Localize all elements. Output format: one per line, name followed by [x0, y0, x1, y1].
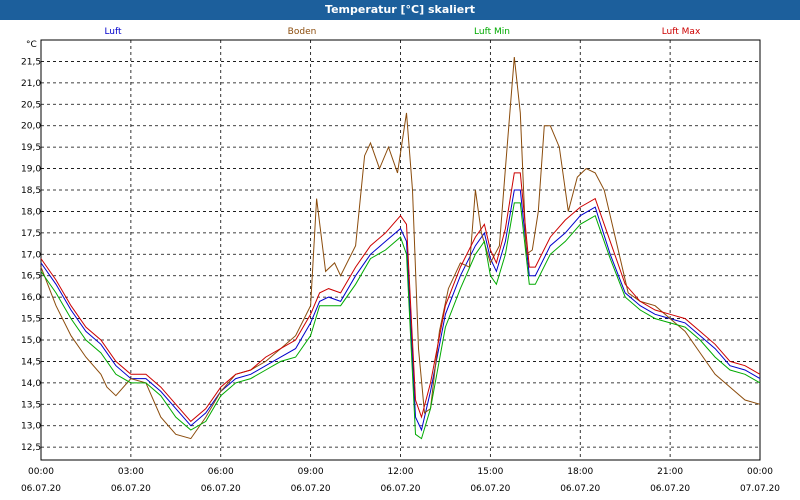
x-tick-time: 12:00: [388, 467, 414, 477]
legend-entry[interactable]: Luft Max: [662, 27, 701, 37]
x-tick-date: 06.07.20: [291, 484, 331, 494]
y-tick-label: 17,5: [21, 229, 41, 239]
legend-entry[interactable]: Luft: [104, 27, 122, 37]
chart-title: Temperatur [°C] skaliert: [0, 0, 800, 20]
y-tick-label: 14,0: [21, 379, 41, 389]
y-tick-label: 19,5: [21, 143, 41, 153]
x-tick-time: 00:00: [747, 467, 773, 477]
y-tick-label: 18,0: [21, 207, 41, 217]
x-tick-date: 06.07.20: [650, 484, 690, 494]
y-tick-label: 15,5: [21, 315, 41, 325]
y-tick-label: 17,0: [21, 250, 41, 260]
series-line-luft-min: [40, 202, 761, 440]
x-tick-time: 21:00: [657, 467, 683, 477]
x-tick-date: 06.07.20: [21, 484, 61, 494]
x-tick-date: 06.07.20: [560, 484, 600, 494]
x-tick-time: 06:00: [208, 467, 234, 477]
x-tick-date: 06.07.20: [111, 484, 151, 494]
x-tick-date: 07.07.20: [740, 484, 780, 494]
y-tick-label: 16,5: [21, 272, 41, 282]
y-tick-label: 13,0: [21, 422, 41, 432]
x-tick-time: 00:00: [28, 467, 54, 477]
x-tick-date: 06.07.20: [201, 484, 241, 494]
y-tick-label: 18,5: [21, 186, 41, 196]
y-tick-label: 12,5: [21, 443, 41, 453]
x-tick-time: 15:00: [477, 467, 503, 477]
y-tick-label: 14,5: [21, 357, 41, 367]
y-tick-label: 20,5: [21, 100, 41, 110]
y-tick-label: 21,0: [21, 79, 41, 89]
x-tick-time: 09:00: [298, 467, 324, 477]
plot-area: 12,5 13,0 13,5 14,0 14,5 15,0 15,5 16,0 16,5 17,0…: [21, 27, 780, 494]
y-axis-unit: °C: [26, 40, 37, 50]
x-tick-date: 06.07.20: [470, 484, 510, 494]
y-tick-label: 15,0: [21, 336, 41, 346]
legend-entry[interactable]: Luft Min: [474, 27, 510, 37]
y-tick-label: 13,5: [21, 400, 41, 410]
x-tick-date: 06.07.20: [380, 484, 420, 494]
legend-entry[interactable]: Boden: [288, 27, 317, 37]
chart-window: Temperatur [°C] skaliert 12,5 13,0 13,5 14,…: [0, 0, 800, 500]
x-tick-time: 03:00: [118, 467, 144, 477]
x-tick-time: 18:00: [567, 467, 593, 477]
y-tick-label: 20,0: [21, 122, 41, 132]
y-tick-label: 21,5: [21, 57, 41, 67]
y-tick-label: 19,0: [21, 165, 41, 175]
y-tick-label: 16,0: [21, 293, 41, 303]
